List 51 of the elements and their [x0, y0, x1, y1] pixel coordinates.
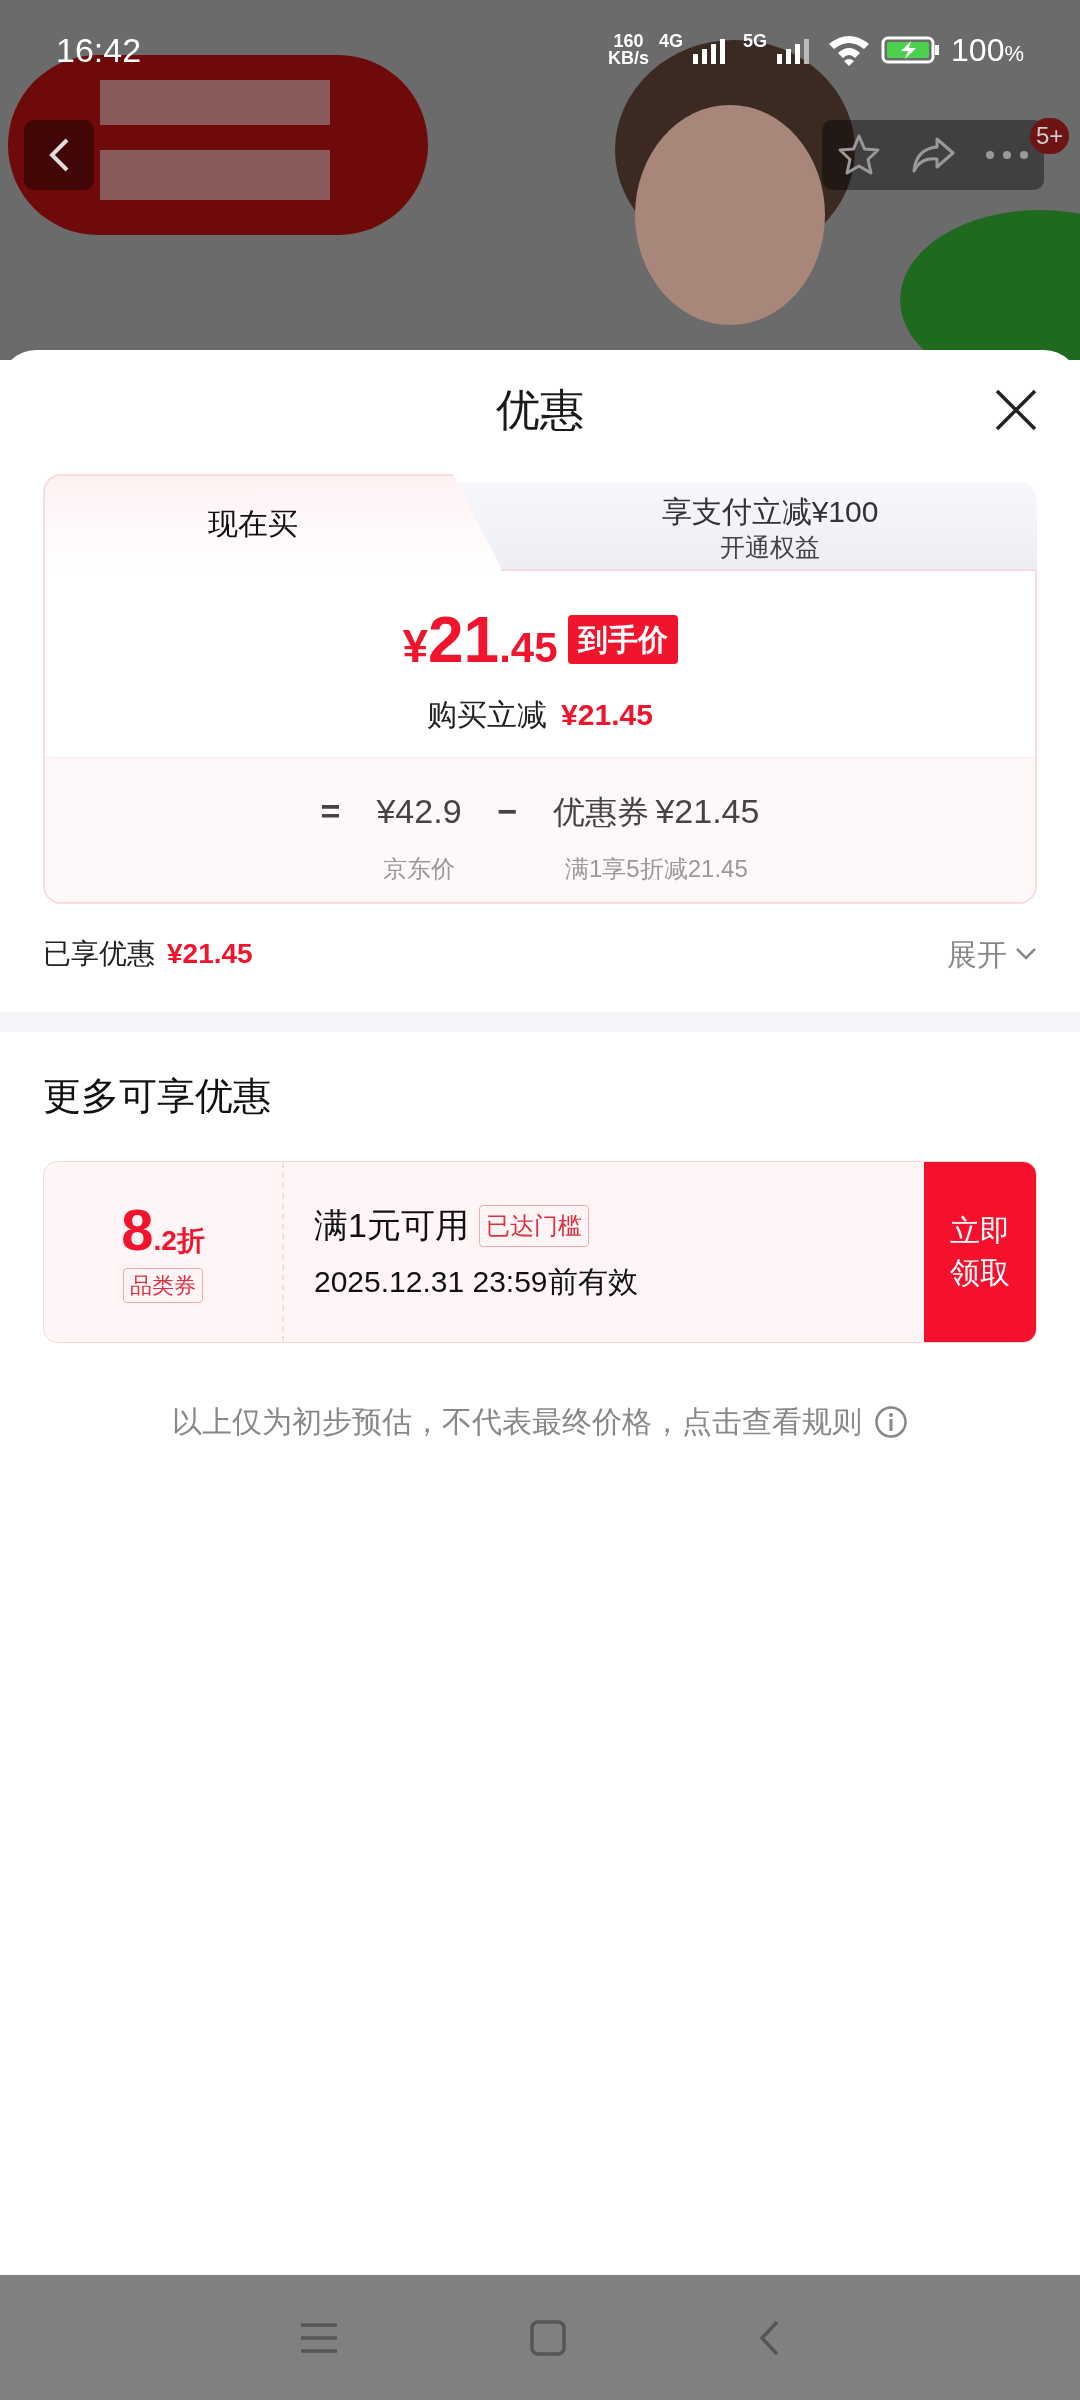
sheet-title: 优惠	[496, 384, 584, 436]
section-title: 更多可享优惠	[43, 1075, 271, 1117]
battery-icon	[881, 35, 942, 65]
battery-level: 100	[951, 31, 1005, 70]
price-caption: 京东价	[383, 854, 455, 884]
star-icon	[837, 133, 881, 177]
chevron-down-icon	[1015, 947, 1037, 961]
back-button[interactable]	[24, 120, 94, 190]
network-type: 5G	[743, 30, 768, 53]
coupon-label: 优惠券	[553, 793, 650, 832]
price-value: ¥42.9	[376, 791, 462, 832]
more-button[interactable]	[985, 150, 1029, 160]
close-icon	[994, 388, 1038, 432]
discount-decimal: .2	[153, 1224, 177, 1258]
operator-sign: =	[320, 791, 341, 832]
back-icon[interactable]	[757, 2318, 781, 2357]
network-unit: KB/s	[608, 50, 649, 68]
wifi-icon	[827, 34, 872, 66]
battery-unit: %	[1004, 41, 1024, 68]
favorite-button[interactable]	[837, 133, 881, 177]
network-speed: 160	[612, 32, 645, 50]
disclaimer-text: 以上仅为初步预估，不代表最终价格，点击查看规则	[172, 1404, 862, 1440]
price-value: ¥21.45	[655, 791, 760, 832]
price-integer: 21	[428, 602, 500, 678]
coupon-condition: 满1元可用	[314, 1205, 469, 1246]
final-price-tag: 到手价	[567, 615, 678, 664]
discount-unit: 折	[176, 1224, 205, 1258]
price-currency: ¥	[402, 619, 428, 674]
menu-icon[interactable]	[299, 2320, 339, 2355]
share-button[interactable]	[911, 135, 955, 175]
discount-value: 8	[121, 1201, 154, 1259]
expand-button[interactable]: 展开	[947, 931, 1037, 977]
claim-button[interactable]: 立即 领取	[924, 1162, 1036, 1342]
more-icon	[985, 150, 1029, 160]
enjoyed-value: ¥21.45	[167, 937, 253, 971]
enjoyed-label: 已享优惠	[43, 937, 155, 971]
coupon-validity: 2025.12.31 23:59前有效	[314, 1264, 639, 1300]
tab[interactable]: 现在买	[43, 474, 503, 571]
info-icon[interactable]	[874, 1404, 908, 1439]
close-button[interactable]	[994, 388, 1038, 432]
operator-sign: −	[497, 791, 518, 832]
back-icon	[47, 137, 71, 173]
price-caption: 满1享5折减21.45	[565, 854, 748, 884]
price-decimal: .45	[499, 622, 558, 673]
network-type: 4G	[659, 30, 684, 53]
reduction-value: ¥21.45	[561, 696, 653, 733]
coupon-type: 品类券	[123, 1268, 203, 1303]
share-icon	[911, 135, 955, 175]
home-icon[interactable]	[529, 2318, 567, 2357]
threshold-tag: 已达门槛	[478, 1204, 589, 1247]
reduction-label: 购买立减	[427, 696, 548, 733]
